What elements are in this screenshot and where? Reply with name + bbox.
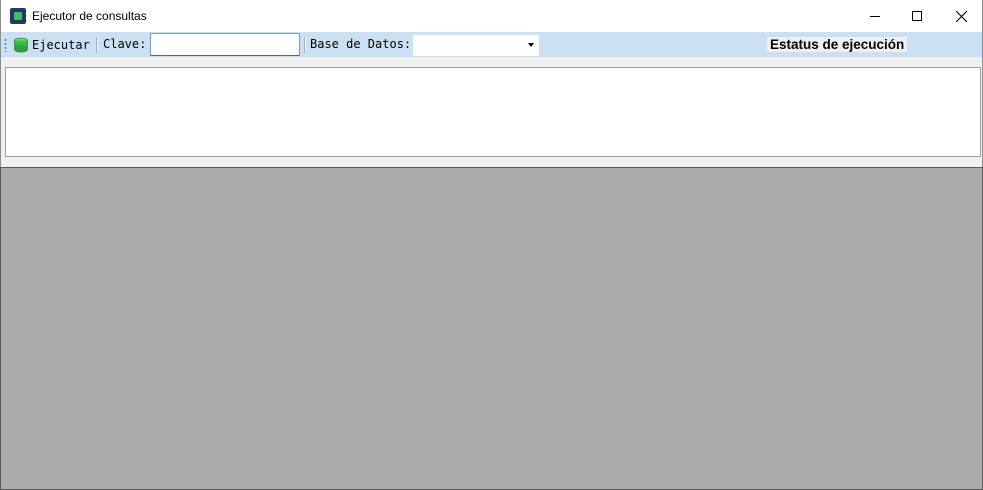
database-label: Base de Datos: — [310, 37, 412, 51]
clave-input[interactable] — [150, 33, 300, 56]
close-button[interactable] — [938, 0, 983, 32]
toolbar-separator — [304, 37, 306, 53]
window-title: Ejecutor de consultas — [32, 9, 147, 23]
toolbar-grip[interactable] — [4, 38, 7, 52]
results-area[interactable] — [0, 167, 983, 490]
app-icon — [10, 8, 26, 24]
database-dropdown[interactable] — [413, 35, 539, 56]
clave-label: Clave: — [103, 37, 147, 51]
execution-status-label: Estatus de ejecución — [767, 37, 908, 52]
toolbar: Ejecutar Clave: Base de Datos: Estatus d… — [0, 32, 983, 57]
minimize-icon — [870, 16, 880, 17]
minimize-button[interactable] — [852, 0, 898, 32]
execute-button[interactable]: Ejecutar — [10, 34, 93, 55]
title-bar: Ejecutor de consultas — [0, 0, 983, 32]
dropdown-arrow-icon[interactable] — [528, 43, 534, 47]
query-textarea[interactable] — [5, 67, 981, 157]
maximize-icon — [912, 11, 922, 21]
execute-button-label: Ejecutar — [32, 37, 90, 52]
close-icon — [955, 10, 967, 22]
database-icon — [14, 37, 28, 52]
maximize-button[interactable] — [894, 0, 940, 32]
toolbar-separator — [96, 37, 98, 53]
